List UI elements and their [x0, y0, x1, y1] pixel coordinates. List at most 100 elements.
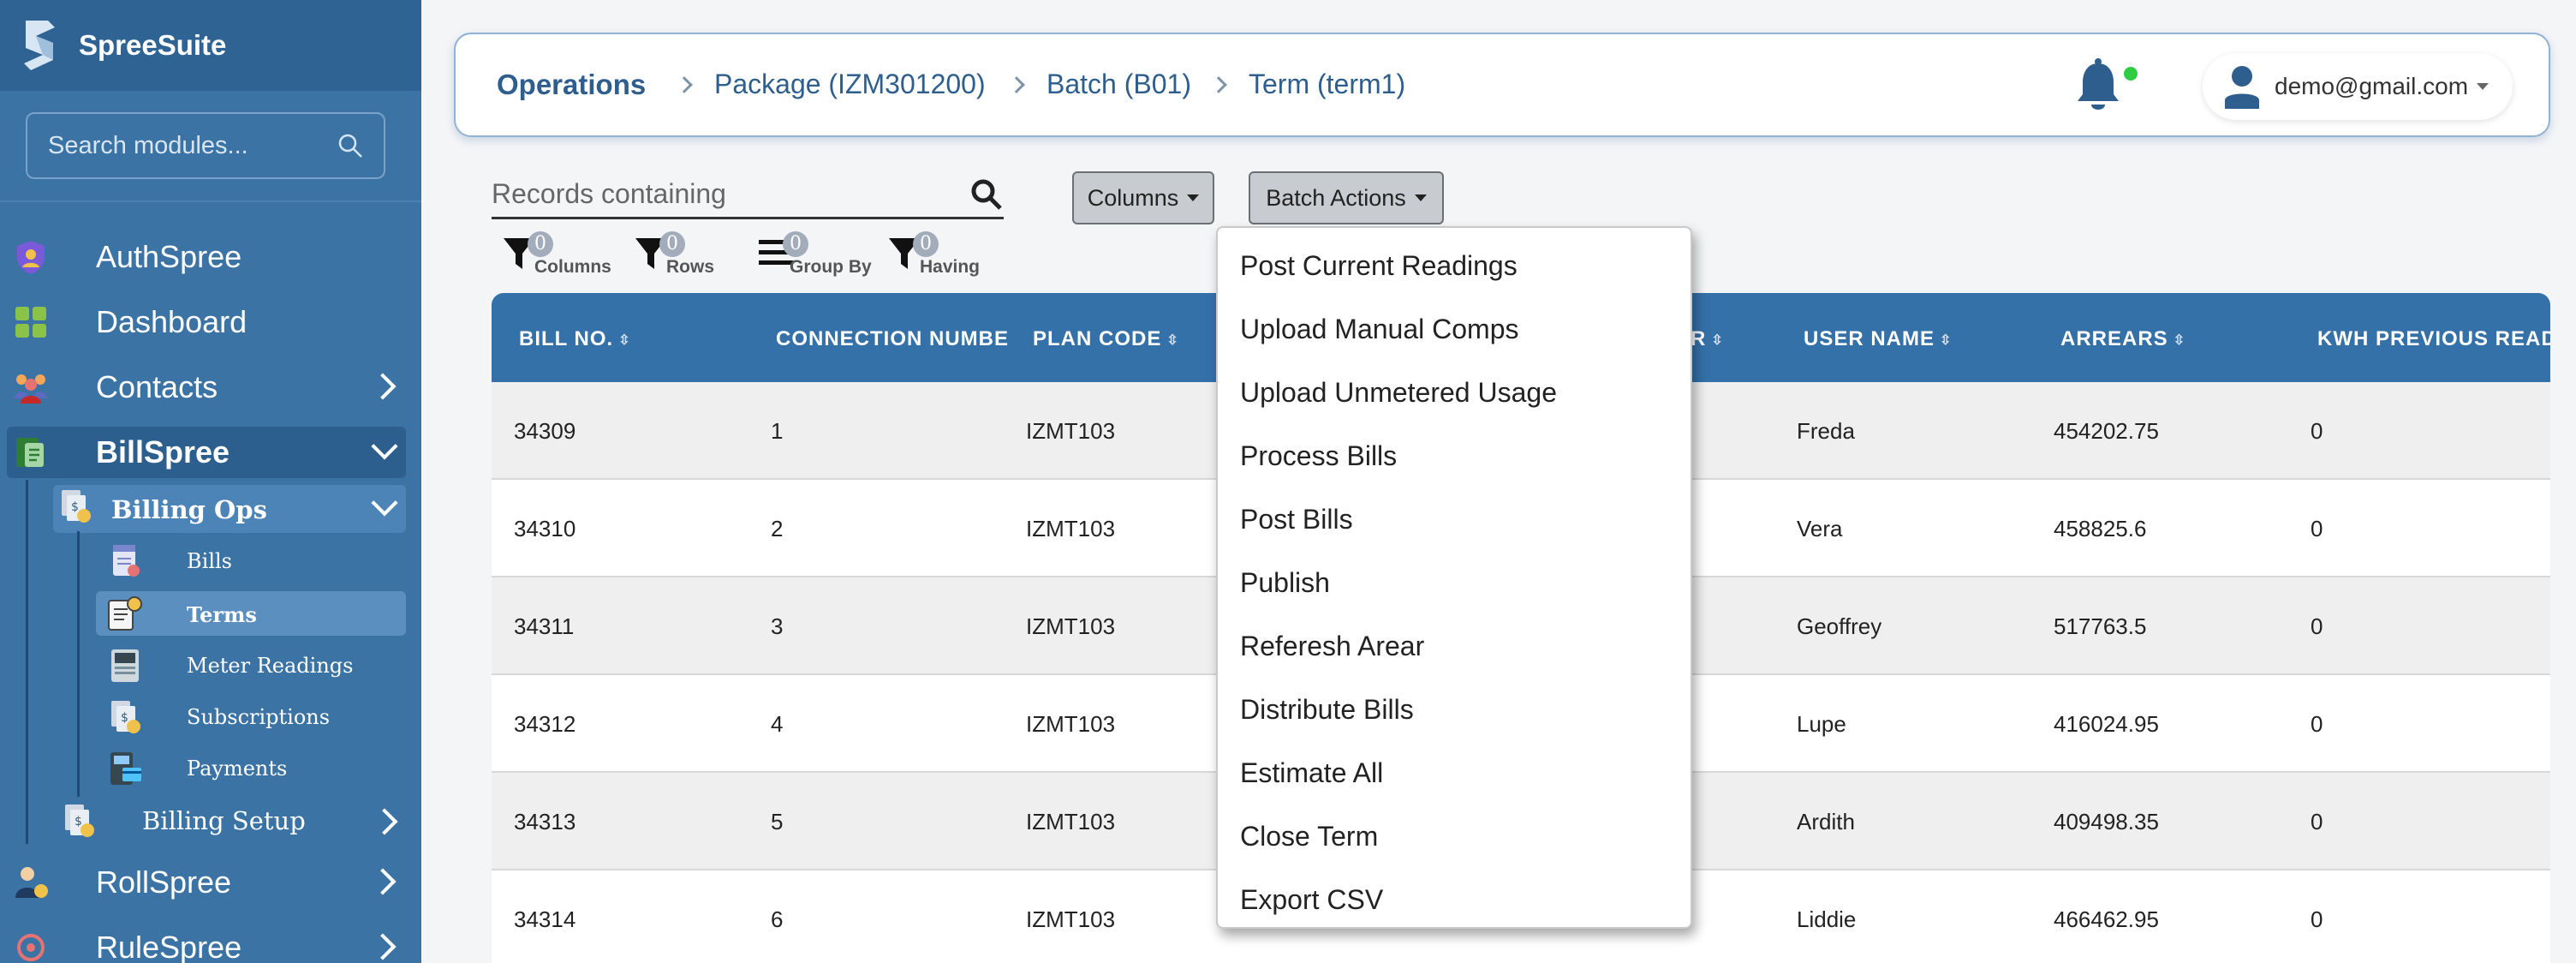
menu-item-publish[interactable]: Publish	[1240, 567, 1330, 599]
cell-user-name: Ardith	[1797, 809, 1855, 834]
records-search-placeholder: Records containing	[492, 178, 726, 209]
menu-item-post-bills[interactable]: Post Bills	[1240, 504, 1353, 535]
cell-connection-number: 3	[771, 613, 784, 639]
column-header-label: USER NAME	[1804, 327, 1935, 350]
rollspree-icon	[10, 862, 51, 903]
menu-item-upload-unmetered-usage[interactable]: Upload Unmetered Usage	[1240, 377, 1557, 409]
menu-item-export-csv[interactable]: Export CSV	[1240, 884, 1383, 916]
cell-bill-no: 34310	[514, 516, 576, 541]
module-search: Search modules...	[0, 91, 421, 202]
nav-bills[interactable]: Bills	[96, 540, 406, 583]
cell-bill-no: 34312	[514, 711, 576, 737]
nav-contacts-label: Contacts	[96, 369, 218, 404]
module-search-placeholder: Search modules...	[48, 131, 248, 159]
sort-icon: ⇳	[1940, 332, 1953, 348]
caret-down-icon	[2477, 83, 2490, 90]
column-header-label: PLAN CODE	[1033, 327, 1162, 350]
cell-user-name: Liddie	[1797, 906, 1857, 932]
nav-billspree[interactable]: BillSpree	[7, 427, 406, 478]
batch-actions-button[interactable]: Batch Actions	[1249, 171, 1444, 224]
nav-subscriptions[interactable]: $ Subscriptions	[96, 696, 406, 739]
filter-group-by[interactable]: 0 Group By	[757, 231, 877, 281]
cell-connection-number: 2	[771, 516, 784, 541]
payments-icon	[104, 748, 146, 789]
nav-contacts[interactable]: Contacts	[0, 362, 421, 413]
column-header-label: CONNECTION NUMBER	[776, 327, 1009, 350]
nav-billing-setup[interactable]: $ Billing Setup	[53, 797, 406, 845]
cell-plan-code: IZMT103	[1026, 418, 1116, 444]
nav-authspree[interactable]: AuthSpree	[0, 231, 421, 283]
column-header-kwh-previous-reading[interactable]: KWH PREVIOUS READING	[2317, 327, 2550, 351]
nav-rulespree[interactable]: RuleSpree	[0, 922, 421, 963]
billing-ops-icon: $	[58, 488, 99, 529]
columns-button[interactable]: Columns	[1072, 171, 1214, 224]
cell-kwh-previous: 0	[2311, 711, 2323, 737]
sort-icon: ⇳	[1711, 332, 1724, 348]
module-search-input[interactable]: Search modules...	[26, 112, 385, 179]
cell-connection-number: 1	[771, 418, 784, 444]
cell-arrears: 409498.35	[2054, 809, 2159, 834]
menu-item-post-current-readings[interactable]: Post Current Readings	[1240, 250, 1518, 282]
submenu-guide-line	[26, 480, 28, 844]
breadcrumb-separator-icon	[1210, 76, 1227, 93]
filter-having[interactable]: 0 Having	[887, 231, 999, 281]
sort-icon: ⇳	[618, 332, 631, 348]
cell-bill-no: 34311	[514, 613, 575, 639]
breadcrumb-separator-icon	[1008, 76, 1025, 93]
nav-meter-readings[interactable]: Meter Readings	[96, 644, 406, 687]
search-icon	[338, 134, 362, 158]
column-header-bill-no[interactable]: BILL NO. ⇳	[519, 327, 631, 351]
menu-item-refresh-arear[interactable]: Referesh Arear	[1240, 631, 1424, 662]
breadcrumb-package[interactable]: Package (IZM301200)	[714, 69, 986, 100]
nav-dashboard-label: Dashboard	[96, 304, 247, 339]
filter-columns-count: 0	[528, 231, 553, 257]
filter-columns[interactable]: 0 Columns	[502, 231, 613, 281]
nav-rollspree[interactable]: RollSpree	[0, 857, 421, 908]
user-menu[interactable]: demo@gmail.com	[2203, 53, 2513, 120]
column-header-plan-code[interactable]: PLAN CODE ⇳	[1033, 327, 1179, 351]
bill-icon	[10, 432, 51, 473]
cell-user-name: Freda	[1797, 418, 1855, 444]
notification-bell-icon[interactable]	[2072, 58, 2124, 115]
header-bar: Operations Package (IZM301200) Batch (B0…	[454, 33, 2550, 137]
nav-payments[interactable]: Payments	[96, 747, 406, 790]
column-header-arrears[interactable]: ARREARS ⇳	[2060, 327, 2185, 351]
nav-terms[interactable]: Terms	[96, 593, 406, 636]
search-icon[interactable]	[969, 177, 1004, 212]
menu-item-distribute-bills[interactable]: Distribute Bills	[1240, 694, 1414, 726]
svg-text:$: $	[121, 711, 128, 725]
nav-authspree-label: AuthSpree	[96, 239, 242, 274]
column-header-partial[interactable]: R ⇳	[1690, 327, 1724, 351]
cell-plan-code: IZMT103	[1026, 516, 1116, 541]
menu-item-process-bills[interactable]: Process Bills	[1240, 440, 1397, 472]
menu-item-close-term[interactable]: Close Term	[1240, 821, 1378, 852]
chevron-right-icon	[371, 808, 398, 835]
nav-billing-ops[interactable]: $ Billing Ops	[53, 485, 406, 533]
cell-arrears: 416024.95	[2054, 711, 2159, 737]
cell-kwh-previous: 0	[2311, 809, 2323, 834]
filter-rows-count: 0	[659, 231, 685, 257]
cell-bill-no: 34313	[514, 809, 576, 834]
nav-dashboard[interactable]: Dashboard	[0, 296, 421, 348]
column-header-user-name[interactable]: USER NAME ⇳	[1804, 327, 1952, 351]
sort-icon: ⇳	[1166, 332, 1179, 348]
contacts-icon	[10, 367, 51, 408]
records-search-input[interactable]: Records containing	[492, 171, 1004, 219]
column-header-label: R	[1690, 327, 1707, 350]
cell-arrears: 454202.75	[2054, 418, 2159, 444]
breadcrumb-batch[interactable]: Batch (B01)	[1046, 69, 1191, 100]
menu-item-estimate-all[interactable]: Estimate All	[1240, 757, 1383, 789]
meter-icon	[104, 645, 146, 686]
column-header-label: KWH PREVIOUS READING	[2317, 327, 2550, 350]
cell-user-name: Geoffrey	[1797, 613, 1882, 639]
column-header-connection-number[interactable]: CONNECTION NUMBER	[776, 327, 1009, 351]
cell-kwh-previous: 0	[2311, 418, 2323, 444]
filter-rows[interactable]: 0 Rows	[634, 231, 719, 281]
breadcrumb-operations[interactable]: Operations	[497, 69, 646, 101]
cell-arrears: 466462.95	[2054, 906, 2159, 932]
chevron-down-icon	[371, 433, 398, 460]
cell-kwh-previous: 0	[2311, 613, 2323, 639]
brand[interactable]: SpreeSuite	[0, 0, 421, 91]
nav-terms-label: Terms	[187, 601, 257, 627]
menu-item-upload-manual-comps[interactable]: Upload Manual Comps	[1240, 314, 1519, 345]
